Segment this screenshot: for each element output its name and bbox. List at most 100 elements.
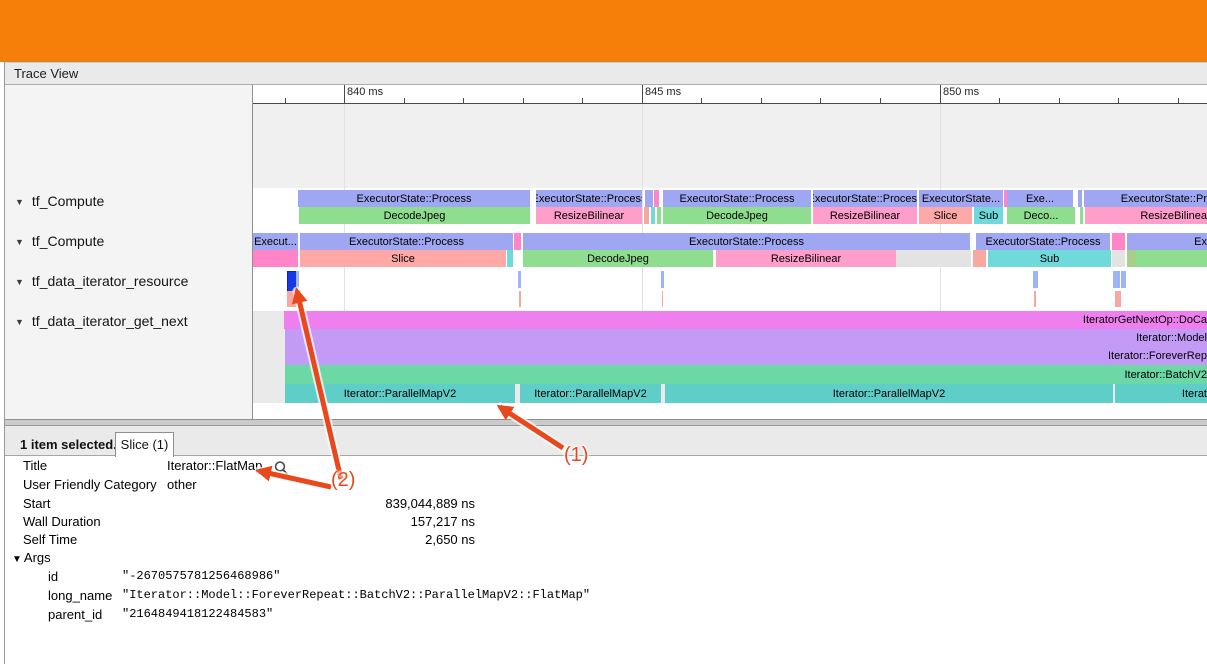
trace-slice-Iterator::ParallelMapV2[interactable]: Iterator::ParallelMapV2 — [285, 384, 515, 403]
trace-slice-DecodeJpeg[interactable]: DecodeJpeg — [663, 207, 811, 224]
track-label-tf_Compute-1[interactable]: ▼tf_Compute — [5, 233, 251, 249]
trace-slice-Iterator::ParallelMapV2[interactable]: Iterator::ParallelMapV2 — [665, 384, 1113, 403]
ruler-minor-tick — [880, 98, 881, 103]
trace-slice[interactable] — [1080, 207, 1083, 224]
trace-slice-ExecutorState::Process[interactable]: ExecutorState::Process — [976, 233, 1110, 250]
horizontal-splitter[interactable] — [5, 419, 1207, 426]
trace-slice[interactable] — [896, 250, 971, 267]
slice-label: DecodeJpeg — [587, 253, 649, 265]
trace-slice[interactable] — [1078, 190, 1082, 207]
trace-slice[interactable] — [1115, 291, 1121, 307]
trace-slice-Iterat[interactable]: Iterat — [1115, 384, 1207, 403]
ruler-minor-tick — [463, 98, 464, 103]
arg-label: id — [48, 569, 58, 584]
trace-slice[interactable] — [1113, 271, 1120, 288]
trace-slice-Ex[interactable]: Ex — [1127, 233, 1207, 250]
trace-slice-ExecutorState...[interactable]: ExecutorState... — [919, 190, 1003, 207]
args-section-header[interactable]: ▼Args — [12, 550, 51, 565]
track-label-tf_data_iterator_get_next-3[interactable]: ▼tf_data_iterator_get_next — [5, 313, 251, 329]
trace-slice-DecodeJpeg[interactable]: DecodeJpeg — [299, 207, 530, 224]
args-collapse-triangle-icon[interactable]: ▼ — [12, 554, 22, 565]
timeline-track-row: IteratorGetNextOp::DoCa — [253, 311, 1207, 329]
trace-slice-ExecutorState::Process[interactable]: ExecutorState::Process — [523, 233, 970, 250]
tab-slice[interactable]: Slice (1) — [115, 432, 174, 457]
trace-slice[interactable] — [1121, 271, 1126, 288]
trace-slice-ResizeBilinear[interactable]: ResizeBilinear — [813, 207, 917, 224]
trace-slice-ExecutorState::Process[interactable]: ExecutorState::Process — [663, 190, 811, 207]
slice-label: ExecutorState::Process — [680, 193, 795, 205]
trace-slice-Sub[interactable]: Sub — [988, 250, 1111, 267]
trace-slice[interactable] — [1127, 250, 1136, 267]
collapse-triangle-icon[interactable]: ▼ — [15, 317, 24, 327]
trace-slice-ExecutorState::Process[interactable]: ExecutorState::Process — [813, 190, 917, 207]
trace-slice-ExecutorState::Process[interactable]: ExecutorState::Process — [298, 190, 530, 207]
trace-area: ▼tf_Compute▼tf_Compute▼tf_data_iterator_… — [5, 85, 1207, 419]
track-label-text: tf_data_iterator_resource — [32, 273, 188, 289]
detail-value: other — [167, 477, 475, 492]
trace-slice-Execut...[interactable]: Execut... — [253, 233, 298, 250]
detail-value: 157,217 ns — [167, 514, 475, 529]
ruler-major-tick — [344, 85, 345, 103]
trace-slice-Slice[interactable]: Slice — [300, 250, 506, 267]
trace-slice[interactable] — [1033, 271, 1038, 288]
timeline-track-row: Iterator::Model — [253, 329, 1207, 347]
trace-slice-Iterator::Model[interactable]: Iterator::Model — [285, 329, 1207, 347]
trace-slice[interactable] — [1034, 291, 1036, 307]
trace-slice[interactable] — [518, 271, 521, 288]
trace-slice[interactable] — [296, 271, 299, 288]
trace-slice-ResizeBilinear[interactable]: ResizeBilinear — [536, 207, 642, 224]
collapse-triangle-icon[interactable]: ▼ — [15, 197, 24, 207]
trace-slice[interactable] — [519, 291, 521, 307]
collapse-triangle-icon[interactable]: ▼ — [15, 277, 24, 287]
trace-slice-Exe...[interactable]: Exe... — [1007, 190, 1073, 207]
track-label-tf_Compute-0[interactable]: ▼ tf_Compute — [5, 193, 251, 209]
magnifier-icon[interactable] — [273, 460, 290, 477]
ruler-minor-tick — [1118, 98, 1119, 103]
trace-slice[interactable] — [645, 190, 653, 207]
slice-label: DecodeJpeg — [384, 210, 446, 222]
detail-row-Self Time: Self Time2,650 ns — [5, 532, 605, 550]
timeline-track-row: Iterator::BatchV2 — [253, 365, 1207, 384]
trace-slice[interactable] — [644, 207, 649, 224]
trace-slice[interactable] — [662, 291, 663, 307]
trace-slice-Slice[interactable]: Slice — [919, 207, 972, 224]
trace-slice-ResizeBilinea[interactable]: ResizeBilinea — [1085, 207, 1207, 224]
slice-label: ExecutorState::Process — [689, 236, 804, 248]
trace-slice-ExecutorState::Pr[interactable]: ExecutorState::Pr — [1084, 190, 1207, 207]
trace-slice[interactable] — [651, 207, 655, 224]
trace-slice-Iterator::ParallelMapV2[interactable]: Iterator::ParallelMapV2 — [520, 384, 661, 403]
track-label-tf_data_iterator_resource-2[interactable]: ▼ tf_data_iterator_resource — [5, 273, 251, 289]
trace-slice-ExecutorState::Process[interactable]: ExecutorState::Process — [536, 190, 642, 207]
trace-slice[interactable] — [1136, 250, 1207, 267]
args-label: Args — [24, 550, 51, 565]
trace-slice[interactable] — [657, 207, 661, 224]
trace-slice-Iterator::ForeverRep[interactable]: Iterator::ForeverRep — [285, 347, 1207, 365]
slice-label: Iterator::BatchV2 — [1124, 369, 1207, 381]
trace-slice[interactable] — [1112, 233, 1125, 250]
trace-slice-ResizeBilinear[interactable]: ResizeBilinear — [716, 250, 896, 267]
ruler-minor-tick — [820, 98, 821, 103]
trace-slice[interactable] — [973, 250, 986, 267]
trace-slice[interactable] — [514, 233, 521, 250]
trace-slice-Iterator::BatchV2[interactable]: Iterator::BatchV2 — [285, 365, 1207, 384]
ruler-minor-tick — [1059, 98, 1060, 103]
slice-label: ExecutorState::Process — [986, 236, 1101, 248]
ruler-minor-tick — [701, 98, 702, 103]
ruler-tick-label: 850 ms — [943, 86, 979, 98]
trace-slice-DecodeJpeg[interactable]: DecodeJpeg — [523, 250, 713, 267]
collapse-triangle-icon[interactable]: ▼ — [15, 237, 24, 247]
trace-slice-IteratorGetNextOp::DoCa[interactable]: IteratorGetNextOp::DoCa — [284, 311, 1207, 329]
timeline-canvas[interactable]: ExecutorState::ProcessExecutorState::Pro… — [253, 85, 1207, 419]
trace-slice-ExecutorState::Process[interactable]: ExecutorState::Process — [300, 233, 513, 250]
slice-label: ExecutorState::Process — [349, 236, 464, 248]
trace-slice[interactable] — [1112, 250, 1125, 267]
trace-slice[interactable] — [253, 250, 298, 267]
trace-slice-Deco...[interactable]: Deco... — [1007, 207, 1075, 224]
trace-slice-Sub[interactable]: Sub — [974, 207, 1003, 224]
trace-slice[interactable] — [654, 190, 659, 207]
trace-slice[interactable] — [661, 271, 664, 288]
slice-label: ResizeBilinea — [1140, 210, 1207, 222]
track-label-text: tf_Compute — [32, 193, 104, 209]
trace-slice[interactable] — [287, 291, 297, 307]
trace-slice[interactable] — [507, 250, 513, 267]
